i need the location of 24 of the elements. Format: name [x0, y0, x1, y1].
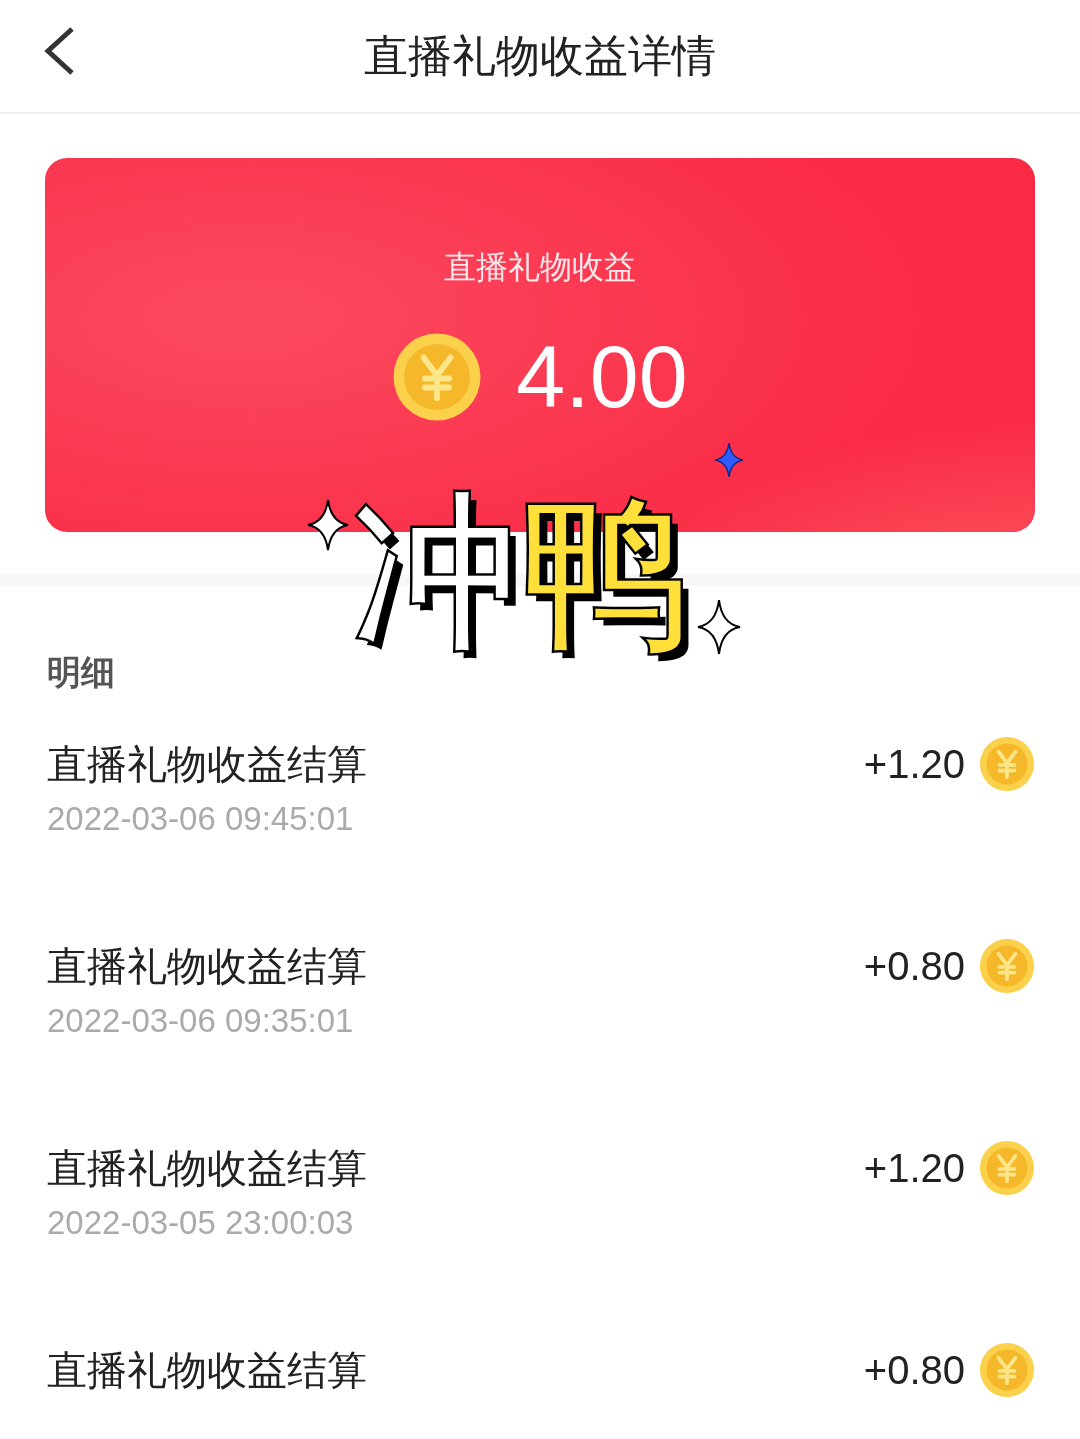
sparkle-icon	[306, 498, 350, 552]
sparkle-icon	[696, 598, 742, 656]
entry-time: 2022-03-05 23:00:03	[47, 1204, 355, 1242]
coin-icon	[979, 736, 1035, 792]
sparkle-icon	[714, 442, 744, 478]
coin-icon	[979, 1342, 1035, 1398]
coin-icon	[979, 1140, 1035, 1196]
entry-amount: +0.80	[863, 943, 965, 989]
coin-icon	[979, 938, 1035, 994]
section-heading: 明细	[47, 651, 116, 694]
entry-amount: +1.20	[863, 1145, 965, 1191]
page-title: 直播礼物收益详情	[364, 28, 716, 83]
entry-title: 直播礼物收益结算	[47, 942, 367, 991]
entry-title: 直播礼物收益结算	[47, 740, 367, 789]
entry-time: 2022-03-06 09:45:01	[47, 800, 355, 838]
entry-title: 直播礼物收益结算	[47, 1144, 367, 1193]
entry-amount: +1.20	[863, 741, 965, 787]
coin-icon	[392, 332, 483, 422]
back-icon[interactable]	[42, 26, 76, 76]
earnings-amount: 4.00	[516, 333, 688, 421]
entry-title: 直播礼物收益结算	[47, 1346, 367, 1395]
entry-time: 2022-03-06 09:35:01	[47, 1002, 355, 1040]
earnings-label: 直播礼物收益	[444, 247, 636, 288]
entry-amount: +0.80	[863, 1347, 965, 1393]
